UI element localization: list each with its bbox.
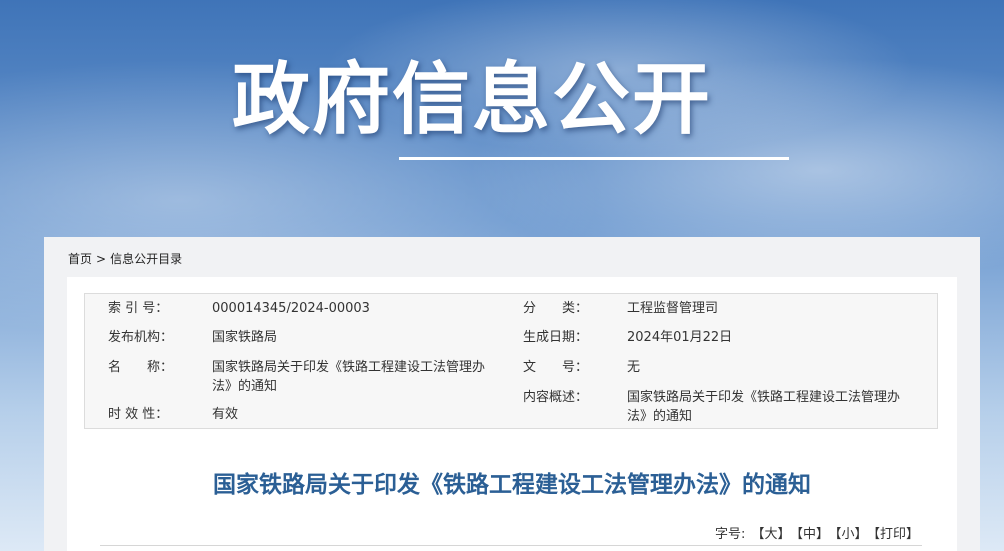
font-size-small-button[interactable]: 【小】 xyxy=(835,527,868,542)
publisher-value: 国家铁路局 xyxy=(212,330,278,345)
date-label: 生成日期： xyxy=(523,330,589,345)
index-no-label: 索 引 号： xyxy=(108,301,169,316)
document-card: 索 引 号： 000014345/2024-00003 分 类： 工程监督管理司… xyxy=(67,277,957,551)
print-button[interactable]: 【打印】 xyxy=(873,527,919,542)
category-value: 工程监督管理司 xyxy=(627,301,719,316)
summary-value: 国家铁路局关于印发《铁路工程建设工法管理办法》的通知 xyxy=(627,390,901,424)
metadata-table: 索 引 号： 000014345/2024-00003 分 类： 工程监督管理司… xyxy=(84,293,938,429)
validity-label: 时 效 性： xyxy=(108,407,169,422)
summary-label: 内容概述： xyxy=(523,390,589,405)
font-size-controls: 字号: 【大】 【中】 【小】 【打印】 xyxy=(715,523,919,542)
doc-no-value: 无 xyxy=(627,360,641,375)
name-value: 国家铁路局关于印发《铁路工程建设工法管理办法》的通知 xyxy=(212,360,486,394)
name-label: 名 称： xyxy=(108,360,174,375)
category-label: 分 类： xyxy=(523,301,589,316)
publisher-label: 发布机构： xyxy=(108,330,174,345)
document-title: 国家铁路局关于印发《铁路工程建设工法管理办法》的通知 xyxy=(213,472,811,498)
font-size-large-button[interactable]: 【大】 xyxy=(751,527,790,542)
index-no-value: 000014345/2024-00003 xyxy=(212,301,370,316)
content-panel: 首页 > 信息公开目录 索 引 号： 000014345/2024-00003 分 … xyxy=(44,237,980,551)
date-value: 2024年01月22日 xyxy=(627,330,733,345)
content-divider xyxy=(100,545,922,546)
breadcrumb-current-link[interactable]: 信息公开目录 xyxy=(110,252,182,266)
banner-title: 政府信息公开 xyxy=(232,55,713,145)
breadcrumb: 首页 > 信息公开目录 xyxy=(68,250,182,267)
validity-value: 有效 xyxy=(212,407,239,422)
font-size-label: 字号: xyxy=(715,527,746,542)
font-size-medium-button[interactable]: 【中】 xyxy=(796,527,829,542)
breadcrumb-separator: > xyxy=(96,252,107,266)
banner-divider xyxy=(399,157,789,160)
doc-no-label: 文 号： xyxy=(523,360,589,375)
breadcrumb-home-link[interactable]: 首页 xyxy=(68,252,92,266)
